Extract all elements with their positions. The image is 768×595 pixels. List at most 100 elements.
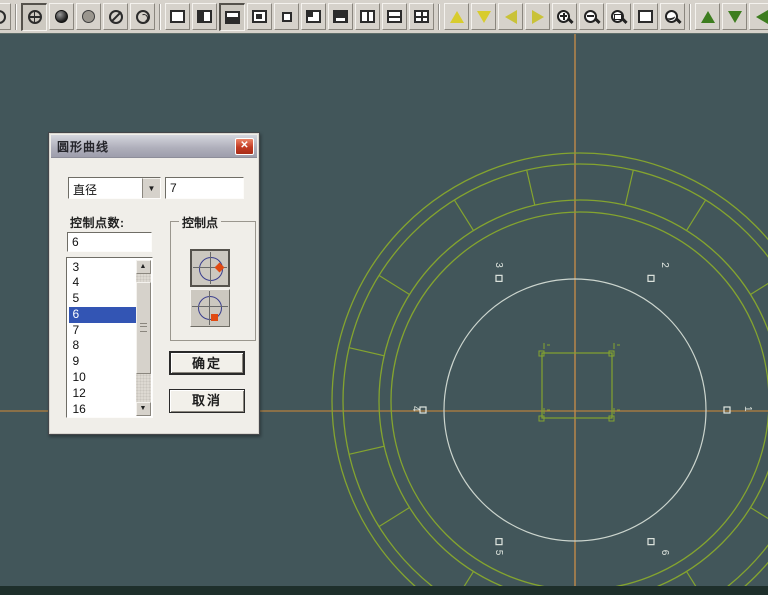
toolbar-button-zoom-window[interactable] <box>606 3 631 30</box>
toolbar-button-square-center-dark[interactable] <box>247 3 272 30</box>
control-point-label: 2 <box>659 262 670 268</box>
zoom-out-icon <box>584 9 599 24</box>
control-point-on-quadrant-button[interactable] <box>190 249 230 287</box>
control-point-marker <box>647 274 655 282</box>
square-bottom-dark-icon <box>225 10 240 24</box>
control-point-count-input[interactable]: 6 <box>67 232 152 252</box>
close-icon[interactable]: ✕ <box>235 137 254 155</box>
list-item[interactable]: 5 <box>69 291 136 307</box>
list-item[interactable]: 3 <box>69 260 136 276</box>
list-item[interactable]: 10 <box>69 370 136 386</box>
tri-down-yellow-icon <box>476 10 491 23</box>
gear-spoke <box>378 274 410 295</box>
tri-left-yellow-icon <box>504 9 517 24</box>
gear-spoke <box>378 507 410 528</box>
ok-button[interactable]: 确定 <box>169 351 245 375</box>
tri-right-yellow-icon <box>531 9 544 24</box>
toolbar-button-circle-gray[interactable] <box>76 3 101 30</box>
toolbar-button-tri-right-yellow[interactable] <box>525 3 550 30</box>
list-scrollbar[interactable]: ▲ ▼ <box>135 259 151 416</box>
toolbar-button-circle-filled[interactable] <box>49 3 74 30</box>
gear-ring <box>331 152 768 595</box>
control-point-count-list[interactable]: 3 4 5 6 7 8 9 10 12 16 ▲ ▼ <box>66 257 153 418</box>
circle-slash-icon <box>108 9 123 24</box>
tri-up-green-icon <box>700 10 715 23</box>
square-bottomleft-dark-icon <box>306 10 321 23</box>
toolbar-button-tri-up-yellow[interactable] <box>444 3 469 30</box>
control-point-label: 6 <box>659 550 670 556</box>
square-vsplit-icon <box>360 10 375 23</box>
square-hsplit-icon <box>387 10 402 23</box>
toolbar-button-square-small[interactable] <box>274 3 299 30</box>
list-item[interactable]: 12 <box>69 386 136 402</box>
gear-spoke <box>624 169 634 206</box>
toolbar-button-tri-left-green[interactable] <box>749 3 768 30</box>
toolbar-button-circle-arc[interactable] <box>130 3 155 30</box>
diameter-dropdown[interactable]: 直径 ▼ <box>68 177 161 199</box>
square-small-icon <box>281 11 292 22</box>
dialog-title: 圆形曲线 <box>57 139 110 154</box>
list-item[interactable]: 8 <box>69 338 136 354</box>
gear-spoke <box>750 282 768 295</box>
toolbar-button-circle-crosshair[interactable] <box>21 2 47 31</box>
control-point-label: 3 <box>493 262 504 268</box>
gear-spoke <box>526 169 536 206</box>
circle-outline-clip-icon <box>0 9 6 24</box>
square-empty-icon <box>170 10 185 23</box>
list-item[interactable]: 4 <box>69 275 136 291</box>
tri-up-yellow-icon <box>449 10 464 23</box>
square-filled-icon <box>333 10 348 23</box>
control-point-group: 控制点 <box>170 214 256 341</box>
toolbar-button-tri-left-yellow[interactable] <box>498 3 523 30</box>
toolbar-separator <box>159 3 161 30</box>
toolbar-button-tri-down-green[interactable] <box>722 3 747 30</box>
toolbar-button-square-filled[interactable] <box>328 3 353 30</box>
gear-ring <box>390 211 768 591</box>
diameter-dropdown-value: 直径 <box>73 183 98 197</box>
toolbar-button-square-hsplit[interactable] <box>382 3 407 30</box>
list-item[interactable]: 9 <box>69 354 136 370</box>
toolbar-button-zoom-in[interactable] <box>552 3 577 30</box>
center-rectangle <box>541 352 613 419</box>
gear-spoke <box>453 199 474 231</box>
thumb-grip-icon <box>139 323 147 332</box>
control-point-between-quadrant-button[interactable] <box>190 289 230 327</box>
toolbar-button-tri-up-green[interactable] <box>695 3 720 30</box>
cancel-button[interactable]: 取消 <box>169 389 245 413</box>
toolbar-button-square-bottom-dark[interactable] <box>219 2 245 31</box>
toolbar-button-zoom-out[interactable] <box>579 3 604 30</box>
chevron-down-icon[interactable]: ▼ <box>142 178 160 198</box>
diameter-value-input[interactable]: 7 <box>165 177 244 199</box>
control-point-count-label: 控制点数: <box>70 216 125 230</box>
gear-spoke <box>348 445 385 455</box>
toolbar-button-grid-window[interactable] <box>409 3 434 30</box>
toolbar-button-zoom-dynamic[interactable] <box>660 3 685 30</box>
control-point-marker <box>495 538 503 546</box>
scroll-down-icon[interactable]: ▼ <box>135 401 151 416</box>
toolbar-button-tri-down-yellow[interactable] <box>471 3 496 30</box>
control-point-label: 1 <box>742 406 753 412</box>
scrollbar-thumb[interactable] <box>135 281 151 374</box>
scroll-up-icon[interactable]: ▲ <box>135 259 151 274</box>
zoom-in-icon <box>557 9 572 24</box>
control-point-group-label: 控制点 <box>179 214 222 231</box>
square-empty-2-icon <box>638 10 653 23</box>
circle-crosshair-icon <box>27 10 42 24</box>
toolbar-button-square-empty-2[interactable] <box>633 3 658 30</box>
control-point-label: 4 <box>410 406 421 412</box>
toolbar-button-square-vsplit[interactable] <box>355 3 380 30</box>
toolbar-button-circle-outline-clip[interactable] <box>0 3 11 30</box>
list-item[interactable]: 7 <box>69 323 136 339</box>
grid-window-icon <box>414 10 429 23</box>
dialog-titlebar[interactable]: 圆形曲线 ✕ <box>51 135 257 158</box>
gear-spoke <box>686 199 707 231</box>
point-circle-icon <box>198 296 222 320</box>
toolbar-button-square-empty[interactable] <box>165 3 190 30</box>
circle-filled-icon <box>55 10 68 23</box>
toolbar-button-square-left-dark[interactable] <box>192 3 217 30</box>
toolbar-button-circle-slash[interactable] <box>103 3 128 30</box>
list-item[interactable]: 6 <box>68 306 136 323</box>
list-item[interactable]: 16 <box>69 402 136 417</box>
toolbar-button-square-bottomleft-dark[interactable] <box>301 3 326 30</box>
control-point-marker <box>647 538 655 546</box>
